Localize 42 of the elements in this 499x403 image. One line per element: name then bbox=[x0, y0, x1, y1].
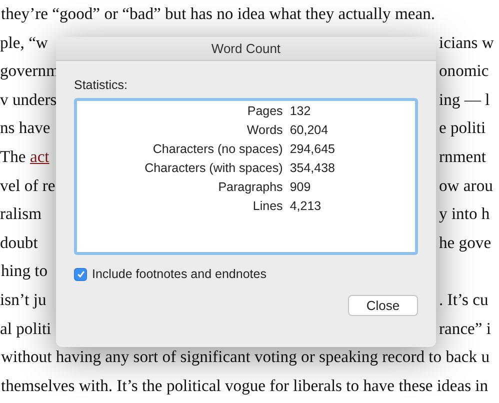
document-text: doubt bbox=[0, 232, 38, 254]
stat-label: Words bbox=[246, 123, 283, 139]
checkbox-label: Include footnotes and endnotes bbox=[92, 267, 266, 281]
stat-value: 354,438 bbox=[290, 161, 335, 177]
stat-value: 909 bbox=[290, 180, 312, 196]
document-text: ns have bbox=[0, 117, 50, 140]
document-text: he gove bbox=[439, 232, 492, 254]
stat-label: Paragraphs bbox=[217, 180, 283, 196]
stat-label: Pages bbox=[246, 104, 283, 120]
document-text: vel of re bbox=[0, 174, 56, 197]
stat-label: Lines bbox=[252, 199, 283, 215]
stat-label: Characters (no spaces) bbox=[152, 142, 283, 158]
document-text: e politi bbox=[439, 117, 486, 140]
document-text: ow arou bbox=[439, 174, 493, 197]
document-text: al politi bbox=[0, 318, 52, 340]
document-text: ing — l bbox=[439, 88, 490, 111]
stat-value: 294,645 bbox=[290, 142, 335, 158]
stat-value: 132 bbox=[290, 104, 312, 120]
document-text: rance” i bbox=[439, 318, 492, 340]
document-text: rnment bbox=[439, 146, 486, 168]
document-text: onomic bbox=[439, 60, 489, 82]
stat-label: Characters (with spaces) bbox=[144, 161, 283, 177]
document-text: The act bbox=[0, 146, 50, 168]
checkmark-icon bbox=[76, 269, 86, 279]
close-button[interactable]: Close bbox=[348, 295, 418, 316]
document-text: v unders bbox=[0, 88, 57, 111]
document-text: icians w bbox=[439, 32, 494, 54]
document-text: hing to bbox=[0, 260, 48, 282]
document-text: themselves with. It’s the political vogue for liberals to have these ideas in bbox=[0, 374, 488, 397]
document-text: . It’s cu bbox=[439, 288, 488, 311]
stat-value: 4,213 bbox=[290, 199, 322, 215]
document-text: they’re “good” or “bad” but has no idea what they actually mean. bbox=[0, 3, 436, 25]
section-label: Statistics: bbox=[74, 78, 128, 92]
document-text: ple, “w bbox=[0, 32, 48, 54]
document-text: y into h bbox=[439, 203, 490, 226]
document-text: ralism bbox=[0, 203, 42, 226]
document-text: without having any sort of significant voting or speaking record to back u bbox=[0, 346, 490, 368]
document-text: isn’t ju bbox=[0, 288, 46, 311]
stat-value: 60,204 bbox=[290, 123, 330, 139]
document-link[interactable]: act bbox=[30, 146, 50, 166]
window-title: Word Count bbox=[211, 41, 281, 56]
checkbox[interactable] bbox=[74, 268, 87, 280]
